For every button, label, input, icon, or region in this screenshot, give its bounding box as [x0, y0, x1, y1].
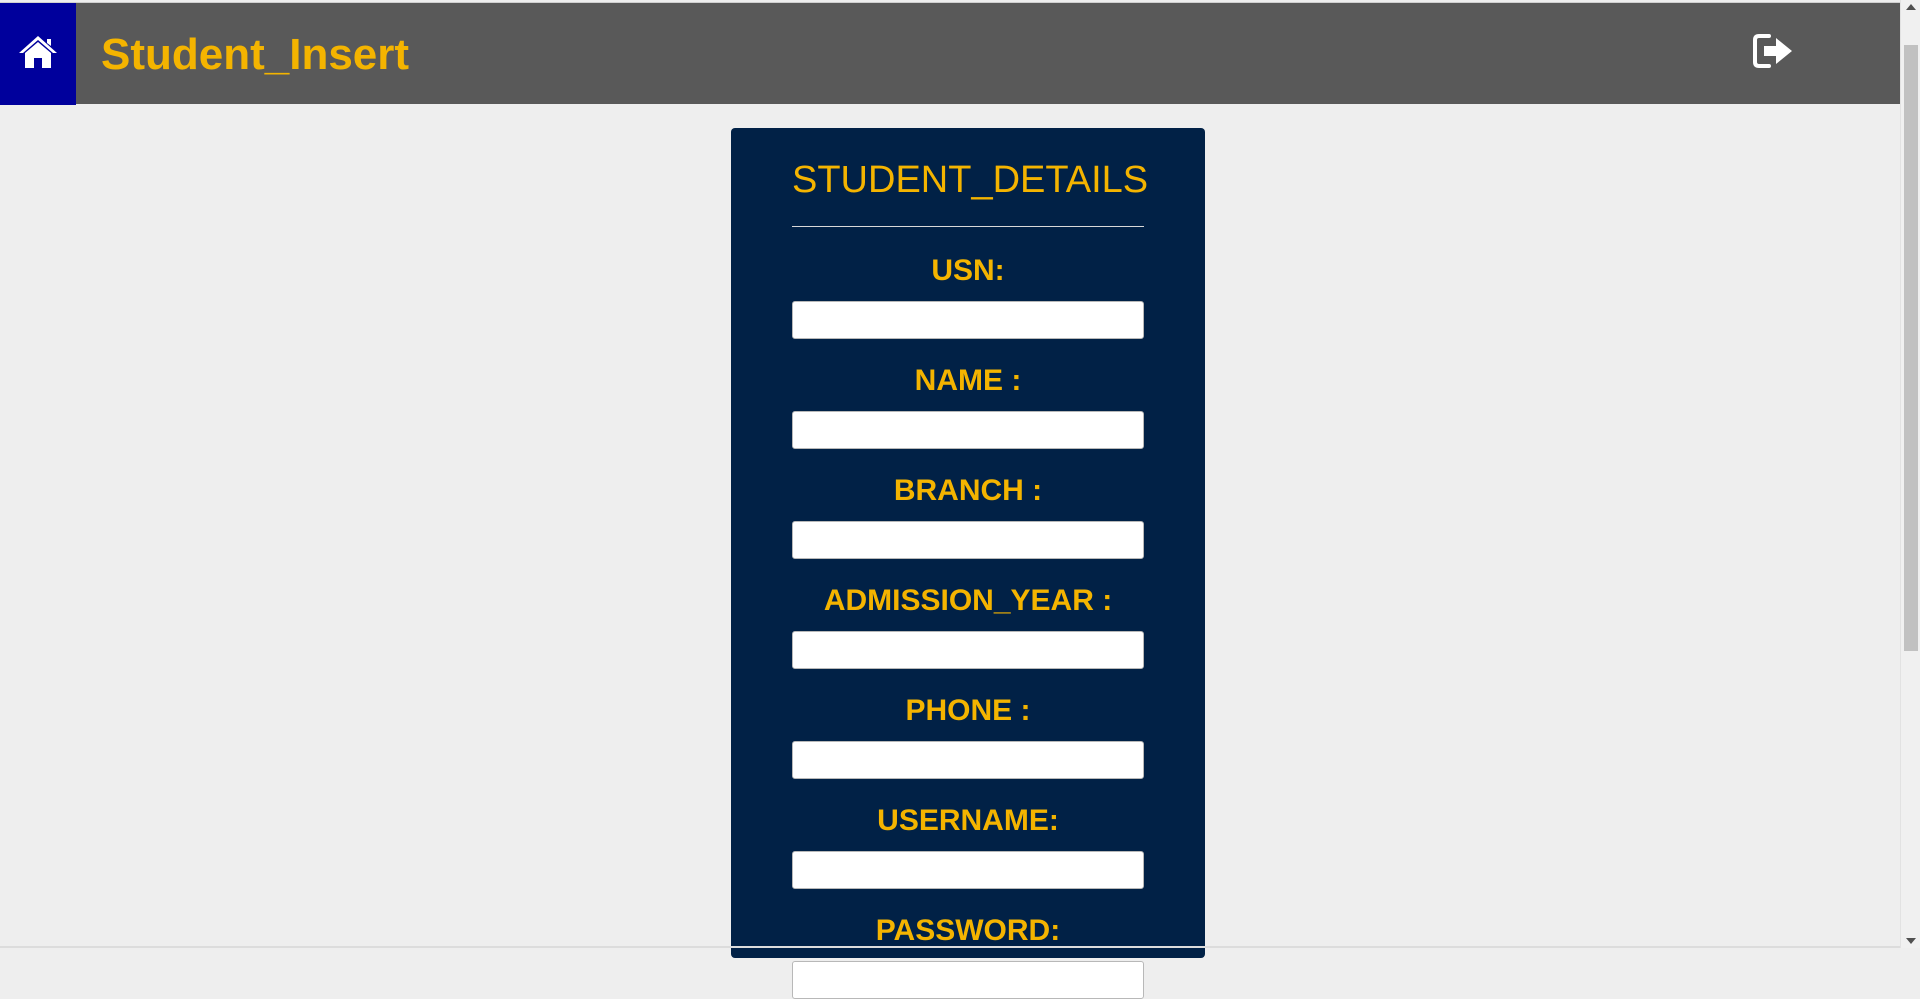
- form-fields: USN: NAME : BRANCH : ADMISSION_YEAR : PH…: [792, 227, 1144, 997]
- page-title: Student_Insert: [101, 3, 409, 105]
- admission-year-input[interactable]: [792, 631, 1144, 669]
- logout-button[interactable]: [1752, 33, 1796, 73]
- branch-label: BRANCH :: [792, 447, 1144, 511]
- admission-year-label: ADMISSION_YEAR :: [792, 557, 1144, 621]
- branch-field-group: BRANCH :: [792, 447, 1144, 557]
- phone-input[interactable]: [792, 741, 1144, 779]
- scroll-up-arrow-icon[interactable]: [1906, 4, 1916, 10]
- password-label: PASSWORD:: [792, 887, 1144, 951]
- username-label: USERNAME:: [792, 777, 1144, 841]
- form-heading: STUDENT_DETAILS: [792, 156, 1144, 204]
- branch-input[interactable]: [792, 521, 1144, 559]
- name-input[interactable]: [792, 411, 1144, 449]
- scrollbar-thumb[interactable]: [1904, 45, 1918, 651]
- password-input[interactable]: [792, 961, 1144, 999]
- home-icon: [18, 34, 58, 75]
- username-field-group: USERNAME:: [792, 777, 1144, 887]
- sign-out-icon: [1753, 33, 1795, 74]
- usn-field-group: USN:: [792, 227, 1144, 337]
- phone-field-group: PHONE :: [792, 667, 1144, 777]
- username-input[interactable]: [792, 851, 1144, 889]
- name-label: NAME :: [792, 337, 1144, 401]
- top-navbar: Student_Insert: [0, 2, 1900, 104]
- admission-year-field-group: ADMISSION_YEAR :: [792, 557, 1144, 667]
- usn-label: USN:: [792, 227, 1144, 291]
- home-button[interactable]: [0, 3, 76, 105]
- scroll-down-arrow-icon[interactable]: [1906, 938, 1916, 944]
- password-field-group: PASSWORD:: [792, 887, 1144, 997]
- name-field-group: NAME :: [792, 337, 1144, 447]
- vertical-scrollbar[interactable]: [1900, 0, 1920, 948]
- usn-input[interactable]: [792, 301, 1144, 339]
- phone-label: PHONE :: [792, 667, 1144, 731]
- student-details-form: STUDENT_DETAILS USN: NAME : BRANCH : ADM…: [731, 128, 1205, 958]
